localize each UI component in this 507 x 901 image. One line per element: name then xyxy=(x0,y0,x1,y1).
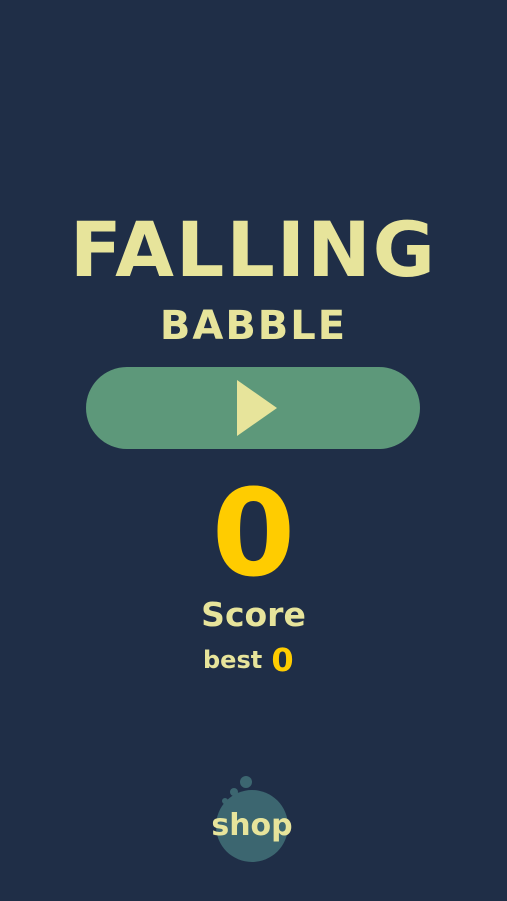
score-label: Score xyxy=(201,595,306,634)
score-value: 0 xyxy=(211,465,296,604)
shop-label[interactable]: shop xyxy=(196,804,308,848)
game-screen: FALLING BABBLE 0 Score best 0 shop xyxy=(0,0,507,901)
best-score: best 0 xyxy=(203,641,294,681)
best-value: 0 xyxy=(271,641,294,679)
best-label: best xyxy=(203,646,263,674)
game-subtitle: BABBLE xyxy=(159,303,348,349)
play-icon[interactable] xyxy=(237,380,277,436)
shop-bubble-dot xyxy=(240,776,252,788)
game-title: FALLING xyxy=(69,205,438,294)
